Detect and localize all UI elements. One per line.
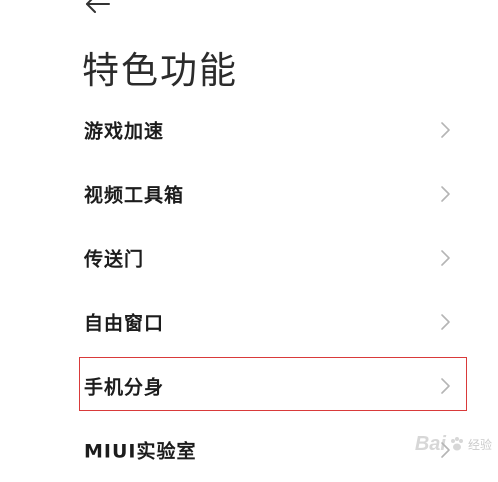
list-item-miui-lab[interactable]: MIUI实验室 [0,418,498,482]
chevron-right-icon [440,441,452,459]
list-item-label: MIUI实验室 [84,440,197,463]
chevron-right-icon [440,377,452,395]
list-item-video-toolbox[interactable]: 视频工具箱 [0,162,498,226]
page-title: 特色功能 [82,49,238,92]
list-item-label: 传送门 [84,248,145,271]
back-button[interactable] [84,0,114,16]
chevron-right-icon [440,185,452,203]
chevron-right-icon [440,249,452,267]
chevron-right-icon [440,313,452,331]
list-item-portal[interactable]: 传送门 [0,226,498,290]
list-item-free-window[interactable]: 自由窗口 [0,290,498,354]
chevron-right-icon [440,121,452,139]
list-item-game-boost[interactable]: 游戏加速 [0,98,498,162]
settings-list: 游戏加速 视频工具箱 传送门 自由窗口 手机分身 MIUI实验室 [0,98,498,482]
list-item-label: 自由窗口 [84,312,165,335]
list-item-label: 视频工具箱 [84,184,185,207]
list-item-label: 手机分身 [84,376,165,399]
list-item-second-space[interactable]: 手机分身 [0,354,498,418]
arrow-left-icon [86,0,110,13]
list-item-label: 游戏加速 [84,120,165,143]
